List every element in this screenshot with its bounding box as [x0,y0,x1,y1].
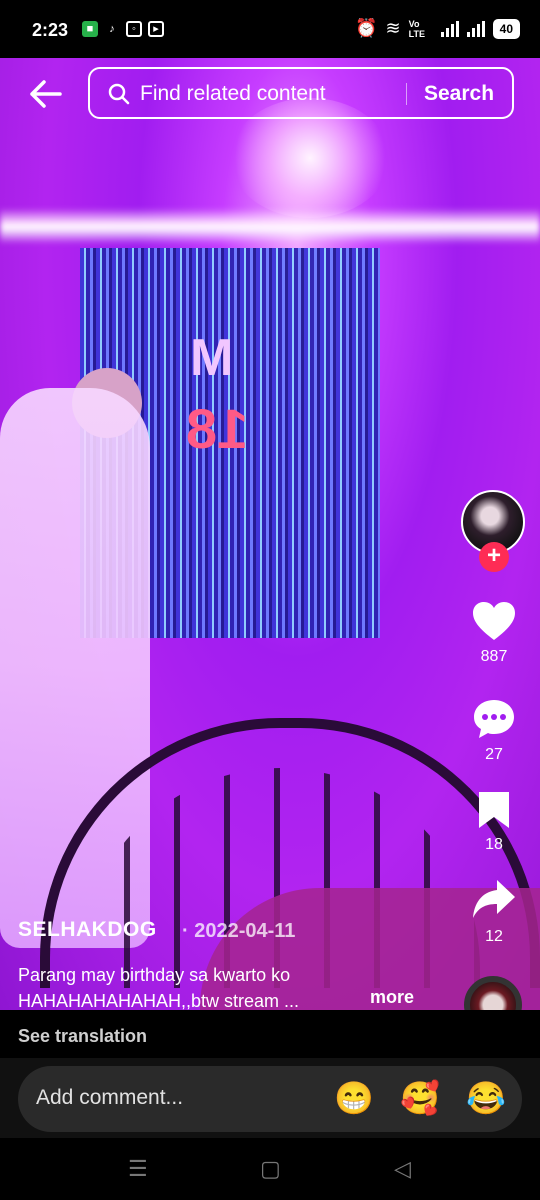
save-count: 18 [485,836,503,853]
share-button[interactable]: 12 [458,876,530,946]
home-icon[interactable]: ▢ [260,1156,281,1182]
laugh-emoji-button[interactable]: 😂 [466,1080,506,1116]
system-nav-bar: ☰ ▢ ◁ [0,1138,540,1200]
back-nav-icon[interactable]: ◁ [394,1156,411,1182]
media-icon: ▸ [148,21,164,37]
search-bar[interactable]: Find related content Search [88,67,514,119]
love-emoji-button[interactable]: 🥰 [400,1080,440,1116]
post-date: · 2022-04-11 [182,920,296,942]
app-notification-icon: ■ [82,21,98,37]
tiktok-icon: ♪ [109,23,115,35]
number-balloon: 18 [186,397,249,460]
comment-bar[interactable]: Add comment... 😁 🥰 😂 [18,1066,522,1132]
comment-button[interactable]: 27 [458,698,530,764]
led-light-strip [0,208,540,244]
search-icon [108,83,130,105]
alarm-icon: ⏰ [355,18,378,38]
bookmark-icon [479,792,509,828]
like-count: 887 [480,648,508,665]
system-status: ⏰ ≋ Vo LTE 40 [355,18,520,39]
network-type: Vo LTE [408,18,425,39]
share-count: 12 [485,928,503,945]
heart-icon [473,602,515,640]
more-link[interactable]: more [370,987,414,1008]
like-button[interactable]: 887 [458,600,530,666]
wifi-icon: ≋ [385,18,401,38]
instagram-icon: ◦ [126,21,142,37]
save-button[interactable]: 18 [458,790,530,854]
creator-username[interactable]: SELHAKDOG [18,918,157,942]
grin-emoji-button[interactable]: 😁 [334,1080,374,1116]
status-bar: 2:23 ■ ♪ ◦ ▸ ⏰ ≋ Vo LTE 40 [0,0,540,58]
video-player[interactable]: M 18 [0,58,540,1010]
comment-input[interactable]: Add comment... [36,1086,183,1110]
battery-indicator: 40 [492,18,520,39]
back-arrow-icon [30,80,62,108]
caption-line-1: Parang may birthday sa kwarto ko [18,965,291,985]
banner-letters: M [190,329,236,387]
search-divider [406,83,407,105]
signal-icon [440,20,459,37]
comment-icon [474,700,514,738]
follow-button[interactable]: + [479,542,509,572]
back-button[interactable] [26,78,66,110]
recents-icon[interactable]: ☰ [128,1156,148,1182]
search-input[interactable]: Find related content [140,82,326,106]
see-translation-link[interactable]: See translation [18,1026,147,1047]
comment-count: 27 [485,746,503,763]
signal-icon-2 [466,20,485,37]
search-button[interactable]: Search [424,82,494,106]
notification-icons: ■ ♪ ◦ ▸ [82,21,164,37]
status-time: 2:23 [32,20,69,40]
share-icon [473,880,515,918]
